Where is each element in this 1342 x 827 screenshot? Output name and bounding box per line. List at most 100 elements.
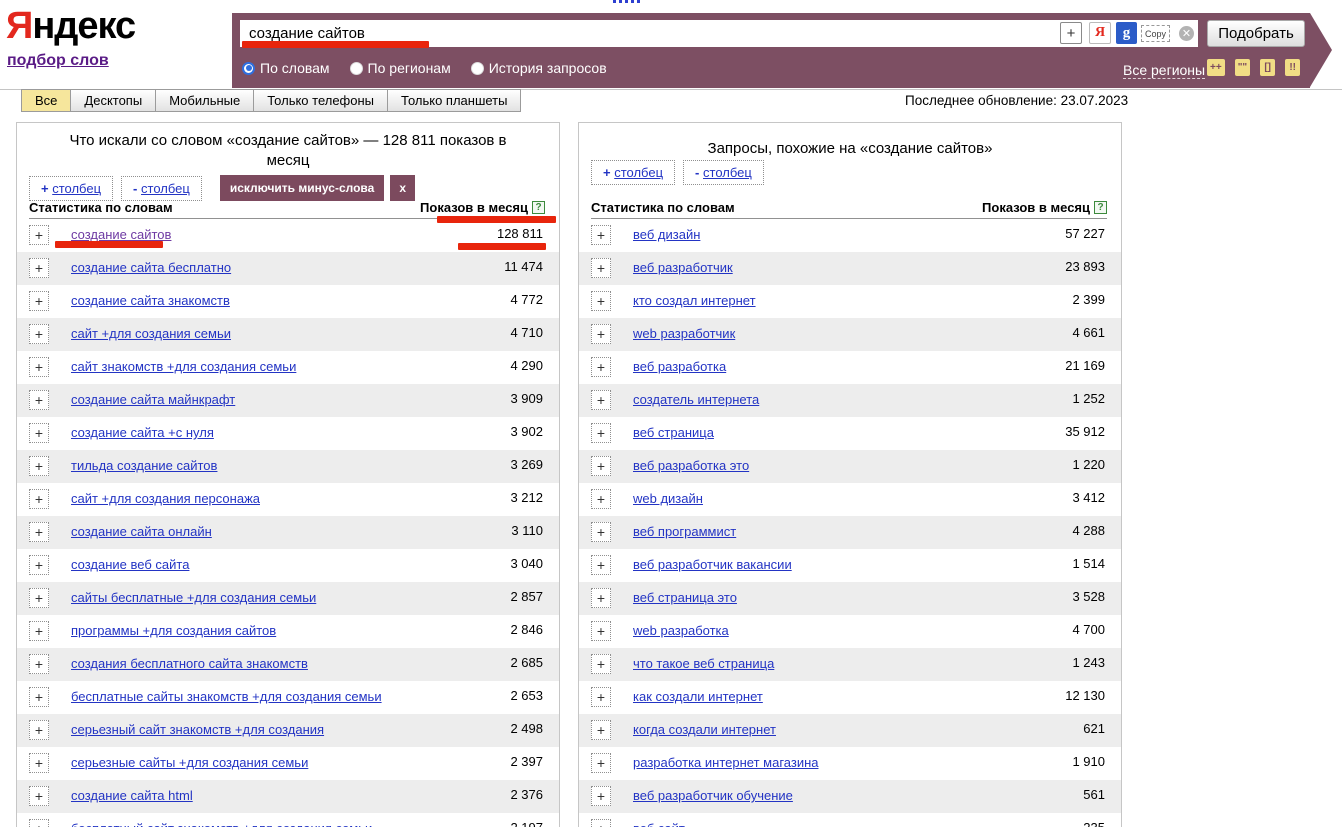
- device-tab[interactable]: Мобильные: [155, 89, 254, 112]
- keyword-link[interactable]: веб страница: [633, 425, 714, 440]
- expand-plus-button[interactable]: +: [29, 753, 49, 773]
- keyword-link[interactable]: веб разработчик вакансии: [633, 557, 792, 572]
- yandex-extension-icon[interactable]: Я: [1089, 22, 1111, 44]
- add-column-button[interactable]: + столбец: [29, 176, 113, 201]
- keyword-link[interactable]: сайт +для создания персонажа: [71, 491, 260, 506]
- keyword-link[interactable]: веб разработка: [633, 359, 726, 374]
- expand-plus-button[interactable]: +: [29, 654, 49, 674]
- expand-plus-button[interactable]: +: [29, 258, 49, 278]
- device-tab[interactable]: Десктопы: [70, 89, 156, 112]
- remove-column-button[interactable]: - столбец: [683, 160, 764, 185]
- keyword-link[interactable]: веб разработка это: [633, 458, 749, 473]
- expand-plus-button[interactable]: +: [591, 621, 611, 641]
- expand-plus-button[interactable]: +: [591, 489, 611, 509]
- expand-plus-button[interactable]: +: [29, 522, 49, 542]
- close-button[interactable]: x: [390, 175, 415, 201]
- yandex-logo[interactable]: Яндекс: [6, 6, 135, 46]
- keyword-link[interactable]: создание сайта html: [71, 788, 193, 803]
- keyword-link[interactable]: веб разработчик: [633, 260, 733, 275]
- expand-plus-button[interactable]: +: [29, 555, 49, 575]
- expand-plus-button[interactable]: +: [591, 555, 611, 575]
- expand-plus-button[interactable]: +: [591, 819, 611, 827]
- keyword-link[interactable]: создатель интернета: [633, 392, 759, 407]
- keyword-link[interactable]: что такое веб страница: [633, 656, 774, 671]
- exclude-minus-words-button[interactable]: исключить минус-слова: [220, 175, 384, 201]
- expand-plus-button[interactable]: +: [591, 720, 611, 740]
- expand-plus-button[interactable]: +: [29, 390, 49, 410]
- search-mode-radio[interactable]: По словам: [242, 60, 330, 76]
- expand-plus-button[interactable]: +: [29, 621, 49, 641]
- copy-button[interactable]: Copy: [1141, 25, 1170, 42]
- keyword-link[interactable]: бесплатные сайты знакомств +для создания…: [71, 689, 382, 704]
- expand-plus-button[interactable]: +: [29, 786, 49, 806]
- keyword-link[interactable]: web дизайн: [633, 491, 703, 506]
- keyword-link[interactable]: веб сайт: [633, 821, 685, 827]
- keyword-link[interactable]: когда создали интернет: [633, 722, 776, 737]
- expand-plus-button[interactable]: +: [29, 357, 49, 377]
- expand-plus-button[interactable]: +: [591, 687, 611, 707]
- search-mode-radio[interactable]: История запросов: [471, 60, 607, 76]
- device-tab[interactable]: Все: [21, 89, 71, 112]
- keyword-link[interactable]: создание сайтов: [71, 227, 171, 242]
- device-tab[interactable]: Только планшеты: [387, 89, 521, 112]
- expand-plus-button[interactable]: +: [29, 324, 49, 344]
- help-icon[interactable]: ?: [1094, 201, 1107, 214]
- expand-plus-button[interactable]: +: [29, 225, 49, 245]
- keyword-link[interactable]: тильда создание сайтов: [71, 458, 217, 473]
- expand-plus-button[interactable]: +: [29, 588, 49, 608]
- wordstat-service-link[interactable]: подбор слов: [7, 52, 109, 70]
- all-regions-link[interactable]: Все регионы: [1123, 62, 1205, 79]
- expand-plus-button[interactable]: +: [591, 654, 611, 674]
- expand-plus-button[interactable]: +: [591, 786, 611, 806]
- expand-plus-button[interactable]: +: [591, 357, 611, 377]
- keyword-link[interactable]: web разработка: [633, 623, 729, 638]
- expand-plus-button[interactable]: +: [29, 819, 49, 827]
- expand-plus-button[interactable]: +: [591, 522, 611, 542]
- expand-plus-button[interactable]: +: [591, 324, 611, 344]
- keyword-link[interactable]: создание веб сайта: [71, 557, 189, 572]
- device-tab[interactable]: Только телефоны: [253, 89, 388, 112]
- expand-plus-button[interactable]: +: [591, 225, 611, 245]
- expand-plus-button[interactable]: +: [591, 258, 611, 278]
- help-icon[interactable]: ?: [532, 201, 545, 214]
- add-extension-icon[interactable]: +: [1060, 22, 1082, 44]
- expand-plus-button[interactable]: +: [591, 423, 611, 443]
- keyword-link[interactable]: серьезный сайт знакомств +для создания: [71, 722, 324, 737]
- expand-plus-button[interactable]: +: [591, 390, 611, 410]
- search-mode-radio[interactable]: По регионам: [350, 60, 451, 76]
- keyword-link[interactable]: сайт знакомств +для создания семьи: [71, 359, 296, 374]
- keyword-link[interactable]: кто создал интернет: [633, 293, 756, 308]
- clear-input-icon[interactable]: ✕: [1179, 26, 1194, 41]
- remove-column-button[interactable]: - столбец: [121, 176, 202, 201]
- keyword-link[interactable]: серьезные сайты +для создания семьи: [71, 755, 308, 770]
- submit-button[interactable]: Подобрать: [1207, 20, 1305, 47]
- operator-button[interactable]: []: [1260, 59, 1275, 76]
- keyword-link[interactable]: веб программист: [633, 524, 736, 539]
- keyword-link[interactable]: создание сайта майнкрафт: [71, 392, 235, 407]
- expand-plus-button[interactable]: +: [591, 753, 611, 773]
- keyword-link[interactable]: разработка интернет магазина: [633, 755, 819, 770]
- expand-plus-button[interactable]: +: [29, 456, 49, 476]
- operator-button[interactable]: ++: [1207, 59, 1225, 76]
- keyword-link[interactable]: создания бесплатного сайта знакомств: [71, 656, 308, 671]
- keyword-link[interactable]: создание сайта бесплатно: [71, 260, 231, 275]
- keyword-link[interactable]: создание сайта знакомств: [71, 293, 230, 308]
- expand-plus-button[interactable]: +: [591, 588, 611, 608]
- keyword-link[interactable]: сайт +для создания семьи: [71, 326, 231, 341]
- keyword-link[interactable]: веб дизайн: [633, 227, 700, 242]
- expand-plus-button[interactable]: +: [29, 423, 49, 443]
- expand-plus-button[interactable]: +: [29, 489, 49, 509]
- keyword-link[interactable]: бесплатный сайт знакомств +для создания …: [71, 821, 372, 827]
- keyword-link[interactable]: программы +для создания сайтов: [71, 623, 276, 638]
- add-column-button[interactable]: + столбец: [591, 160, 675, 185]
- expand-plus-button[interactable]: +: [29, 687, 49, 707]
- keyword-link[interactable]: создание сайта онлайн: [71, 524, 212, 539]
- google-extension-icon[interactable]: g: [1116, 22, 1137, 44]
- keyword-link[interactable]: как создали интернет: [633, 689, 763, 704]
- operator-button[interactable]: !!: [1285, 59, 1300, 76]
- operator-button[interactable]: "": [1235, 59, 1250, 76]
- expand-plus-button[interactable]: +: [29, 291, 49, 311]
- expand-plus-button[interactable]: +: [591, 456, 611, 476]
- keyword-link[interactable]: web разработчик: [633, 326, 735, 341]
- keyword-link[interactable]: создание сайта +с нуля: [71, 425, 214, 440]
